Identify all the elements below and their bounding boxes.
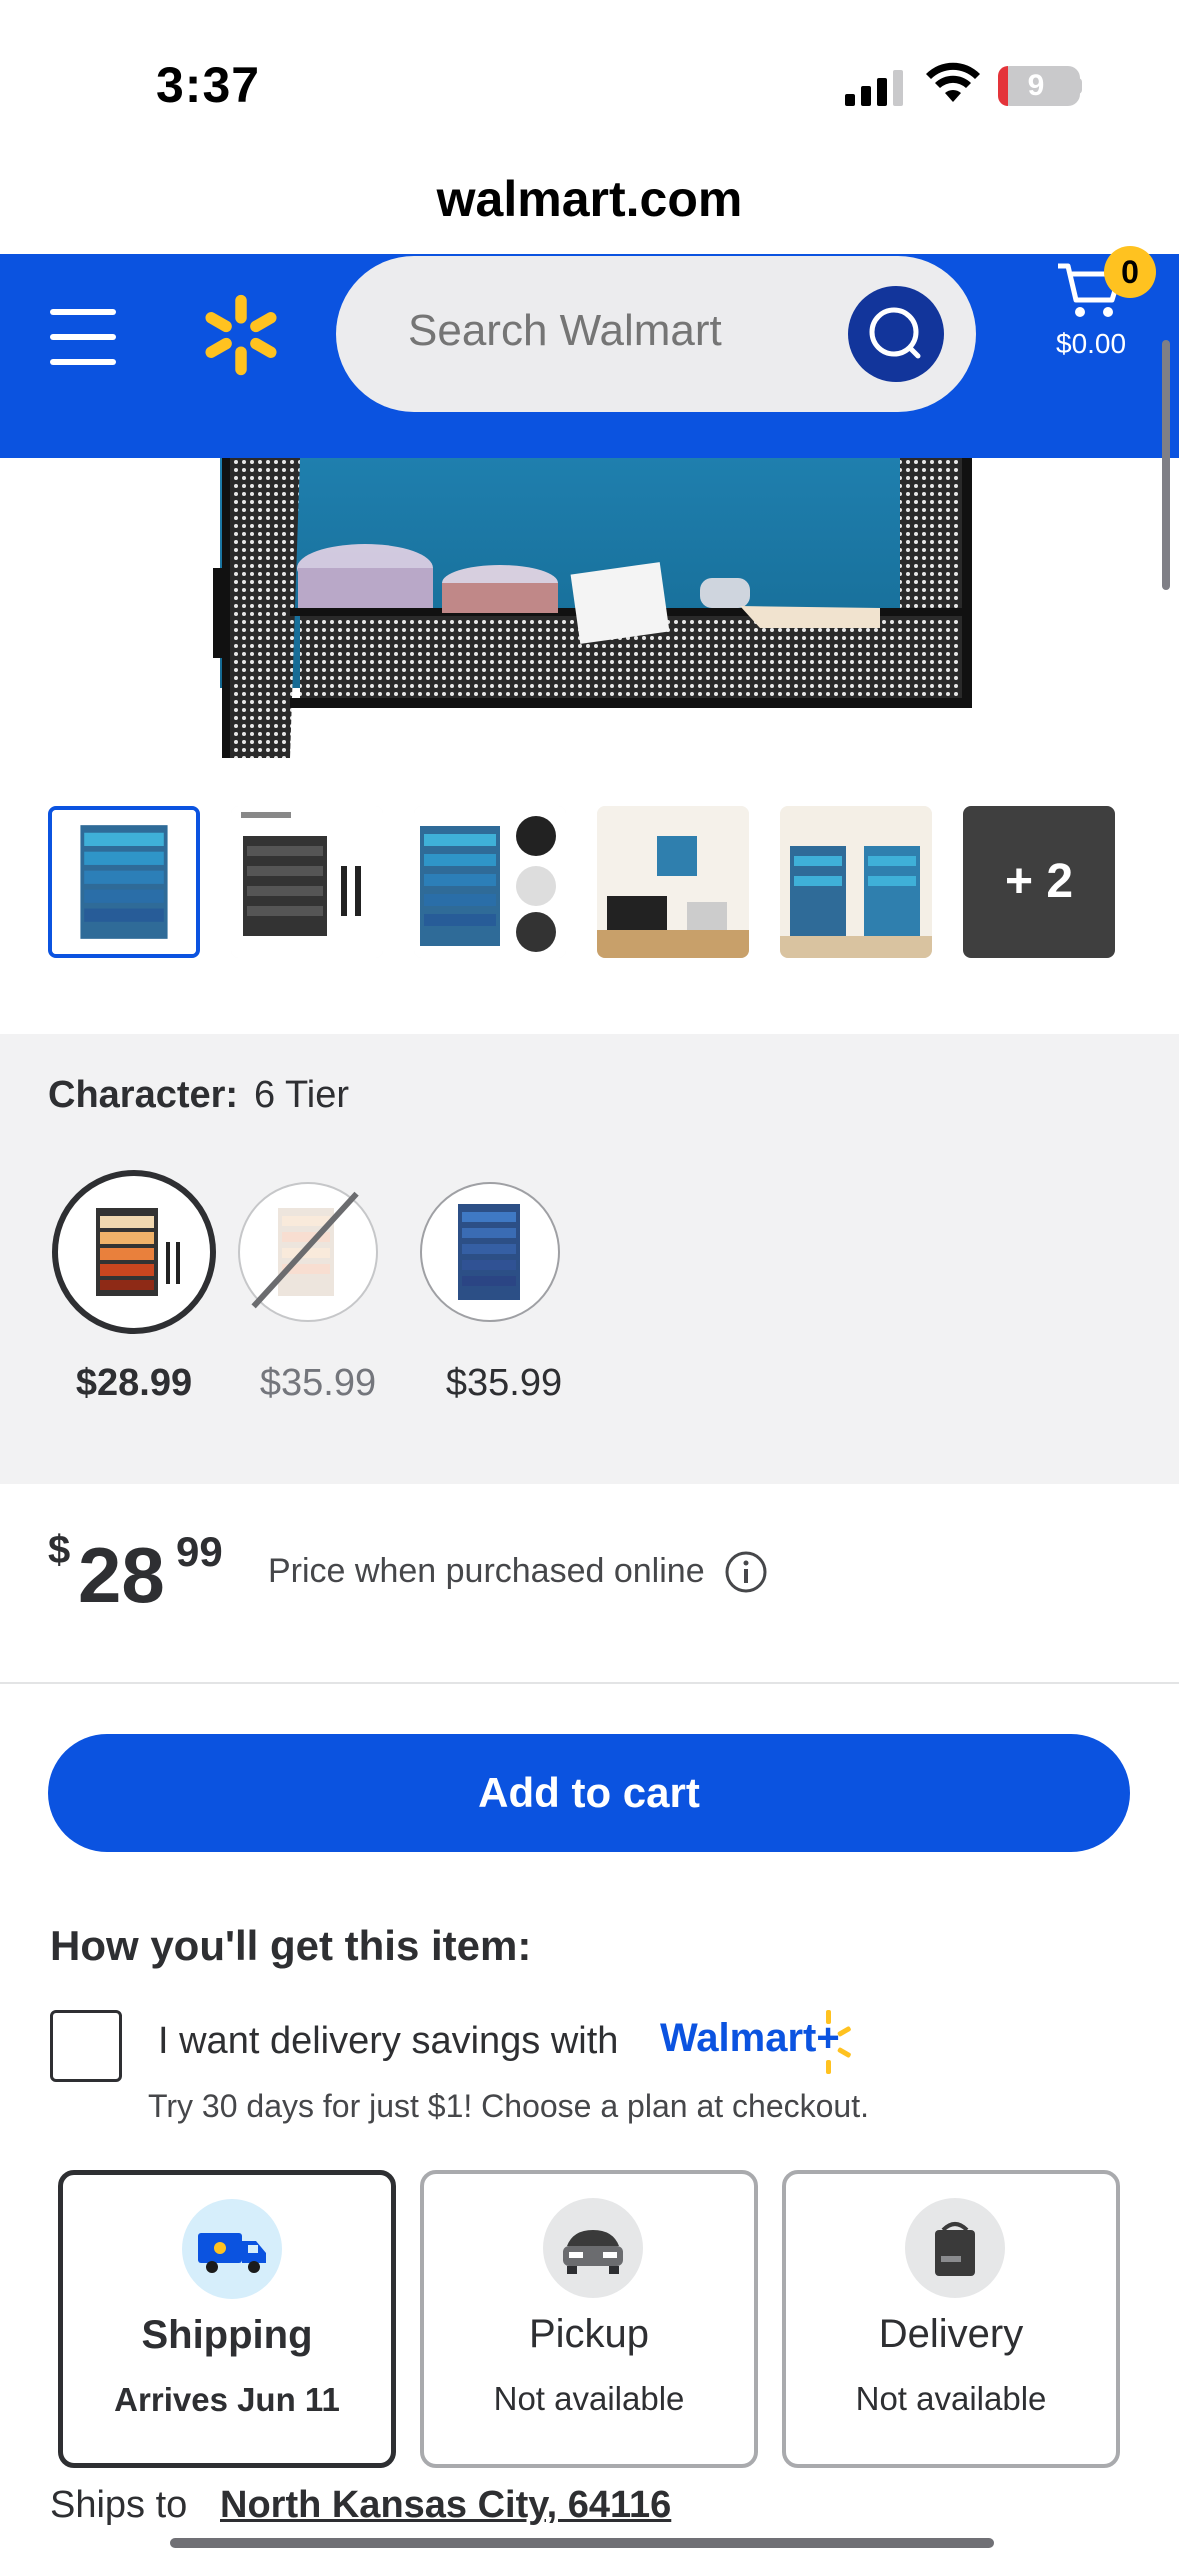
wifi-icon (926, 62, 980, 102)
variant-price-2: $35.99 (259, 1362, 377, 1404)
section-divider (0, 1682, 1179, 1684)
delivery-subtitle: Not available (855, 2380, 1047, 2417)
pickup-subtitle: Not available (493, 2380, 685, 2417)
delivery-savings-checkbox[interactable] (50, 2010, 122, 2082)
price-row: $ 28 99 Price when purchased online (48, 1520, 1148, 1620)
search-box[interactable] (336, 256, 976, 412)
thumbnail-1[interactable] (48, 806, 200, 958)
ships-to-location-link[interactable]: North Kansas City, 64116 (220, 2484, 671, 2527)
image-thumbnails: + 2 (48, 806, 1148, 960)
fulfillment-option-delivery[interactable]: Delivery Not available (782, 2170, 1120, 2468)
thumbnail-3[interactable] (414, 806, 566, 958)
pickup-title: Pickup (528, 2312, 650, 2356)
delivery-savings-label[interactable]: I want delivery savings with (158, 2020, 618, 2063)
delivery-bag-icon (905, 2198, 1005, 2298)
fulfillment-option-shipping[interactable]: Shipping Arrives Jun 11 (58, 2170, 396, 2468)
variant-price-1: $28.99 (75, 1362, 193, 1404)
browser-url[interactable]: walmart.com (0, 170, 1179, 228)
page-scrollbar[interactable] (1162, 340, 1170, 590)
status-bar: 3:37 9 walmart.com (0, 0, 1179, 227)
pickup-car-icon (543, 2198, 643, 2298)
shipping-subtitle: Arrives Jun 11 (114, 2381, 340, 2418)
file-organizer-image (213, 458, 972, 758)
signal-icon (845, 70, 903, 106)
home-indicator[interactable] (170, 2538, 994, 2548)
thumbnail-5[interactable] (780, 806, 932, 958)
walmart-spark-logo[interactable] (198, 290, 284, 380)
search-button[interactable] (848, 286, 944, 382)
price-cents: 99 (176, 1528, 223, 1575)
variant-value: 6 Tier (254, 1074, 350, 1116)
walmart-plus-spark-icon (826, 2010, 851, 2074)
walmart-plus-trial-text: Try 30 days for just $1! Choose a plan a… (148, 2088, 869, 2124)
variant-label: Character: (48, 1074, 239, 1116)
thumbnail-4[interactable] (597, 806, 749, 958)
thumbnail-2[interactable] (231, 806, 383, 958)
shipping-truck-icon (182, 2199, 282, 2299)
cart-count-badge: 0 (1104, 246, 1156, 298)
cart-button[interactable]: 0 $0.00 (1050, 246, 1170, 404)
variant-price-3: $35.99 (445, 1362, 563, 1404)
walmart-plus-logo: Walmart+ (660, 2016, 840, 2060)
variant-swatch-3[interactable] (420, 1182, 560, 1322)
shipping-title: Shipping (141, 2313, 313, 2357)
variant-swatch-1[interactable] (52, 1170, 216, 1334)
search-icon (869, 307, 921, 359)
thumbnail-more[interactable]: + 2 (963, 806, 1115, 958)
ships-to-label: Ships to (50, 2484, 188, 2526)
status-time: 3:37 (156, 57, 261, 113)
price-whole: 28 (78, 1531, 165, 1619)
price-note: Price when purchased online (268, 1552, 705, 1590)
fulfillment-option-pickup[interactable]: Pickup Not available (420, 2170, 758, 2468)
fulfillment-title: How you'll get this item: (50, 1922, 532, 1969)
variant-swatch-2-unavailable[interactable] (238, 1182, 378, 1322)
info-icon[interactable] (724, 1550, 768, 1594)
cart-total: $0.00 (1056, 328, 1127, 359)
delivery-title: Delivery (878, 2312, 1024, 2356)
menu-icon[interactable] (50, 309, 116, 369)
product-image[interactable] (0, 458, 1179, 788)
price-currency: $ (48, 1528, 71, 1572)
battery-icon: 9 (998, 66, 1080, 106)
site-header: 0 $0.00 (0, 246, 1179, 458)
variant-selector: Character: 6 Tier $28.99 $35.99 $35.99 (0, 1034, 1179, 1484)
add-to-cart-button[interactable]: Add to cart (48, 1734, 1130, 1852)
search-input[interactable] (408, 306, 828, 356)
